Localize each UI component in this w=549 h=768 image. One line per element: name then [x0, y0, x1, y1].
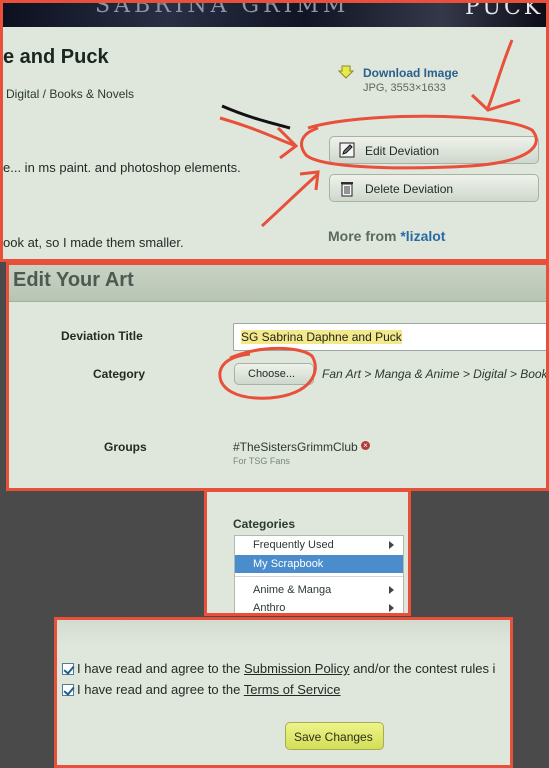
chevron-right-icon	[389, 541, 394, 549]
edit-heading-bar: Edit Your Art	[9, 265, 546, 302]
terms-of-service-link[interactable]: Terms of Service	[244, 682, 341, 697]
edit-deviation-button[interactable]: Edit Deviation	[329, 136, 539, 164]
description-line-2: ook at, so I made them smaller.	[3, 235, 184, 250]
category-item-anthro[interactable]: Anthro	[235, 600, 403, 614]
save-changes-button[interactable]: Save Changes	[285, 722, 384, 750]
deviation-title-value: SG Sabrina Daphne and Puck	[241, 330, 402, 344]
agreement-panel: I have read and agree to the Submission …	[54, 617, 513, 768]
remove-group-icon[interactable]: ×	[361, 441, 370, 450]
line1-prefix: I have read and agree to the	[77, 661, 244, 676]
categories-heading: Categories	[233, 517, 296, 531]
category-item-my-scrapbook[interactable]: My Scrapbook	[235, 555, 403, 573]
category-item-anime-manga[interactable]: Anime & Manga	[235, 582, 403, 599]
category-item-label: Anime & Manga	[253, 584, 332, 596]
delete-deviation-button[interactable]: Delete Deviation	[329, 174, 539, 202]
submission-policy-checkbox[interactable]	[62, 663, 74, 675]
edit-your-art-panel: Edit Your Art Deviation Title SG Sabrina…	[6, 262, 549, 491]
terms-of-service-text: I have read and agree to the Terms of Se…	[77, 682, 341, 697]
trash-icon	[338, 179, 356, 200]
terms-of-service-checkbox[interactable]	[62, 684, 74, 696]
group-description: For TSG Fans	[233, 456, 290, 466]
chevron-right-icon	[389, 604, 394, 612]
deviation-title-label: Deviation Title	[61, 329, 143, 343]
category-divider	[235, 576, 403, 577]
category-label: Category	[93, 367, 146, 381]
line1-suffix: and/or the contest rules i	[349, 661, 496, 676]
category-item-label: Frequently Used	[253, 539, 334, 551]
more-from-prefix: More from	[328, 228, 401, 244]
save-changes-label: Save Changes	[294, 730, 373, 744]
banner-text-right: PUCK	[465, 0, 544, 20]
description-line-1: e... in ms paint. and photoshop elements…	[3, 160, 241, 175]
edit-your-art-heading: Edit Your Art	[13, 269, 134, 291]
group-name[interactable]: #TheSistersGrimmClub	[233, 440, 358, 454]
category-item-label: My Scrapbook	[253, 558, 324, 570]
choose-category-button[interactable]: Choose...	[234, 363, 314, 385]
categories-panel: Categories Frequently Used My Scrapbook …	[204, 489, 411, 616]
deviation-title-input[interactable]: SG Sabrina Daphne and Puck	[233, 323, 546, 351]
submission-policy-text: I have read and agree to the Submission …	[77, 661, 495, 676]
chevron-right-icon	[389, 586, 394, 594]
edit-deviation-label: Edit Deviation	[365, 144, 440, 158]
more-from-user-link[interactable]: *lizalot	[400, 228, 445, 244]
edit-icon	[338, 141, 356, 162]
more-from: More from *lizalot	[328, 228, 445, 244]
category-item-frequently-used[interactable]: Frequently Used	[235, 537, 403, 554]
agreement-top-bar	[57, 620, 510, 646]
page-title: e and Puck	[3, 46, 109, 68]
file-info: JPG, 3553×1633	[363, 82, 446, 94]
line2-prefix: I have read and agree to the	[77, 682, 244, 697]
categories-list: Frequently Used My Scrapbook Anime & Man…	[234, 535, 404, 614]
delete-deviation-label: Delete Deviation	[365, 182, 454, 196]
category-path[interactable]: Digital / Books & Novels	[6, 87, 134, 101]
selected-category-path: Fan Art > Manga & Anime > Digital > Book	[322, 367, 548, 381]
deviation-page-panel: SABRINA GRIMM PUCK e and Puck Digital / …	[0, 0, 549, 262]
submission-policy-link[interactable]: Submission Policy	[244, 661, 350, 676]
choose-label: Choose...	[248, 368, 296, 380]
groups-label: Groups	[104, 440, 147, 454]
banner-text: SABRINA GRIMM	[95, 0, 350, 18]
download-arrow-icon	[337, 65, 355, 84]
download-image-link[interactable]: Download Image	[363, 66, 458, 80]
banner: SABRINA GRIMM PUCK	[3, 0, 546, 27]
category-item-label: Anthro	[253, 602, 286, 614]
